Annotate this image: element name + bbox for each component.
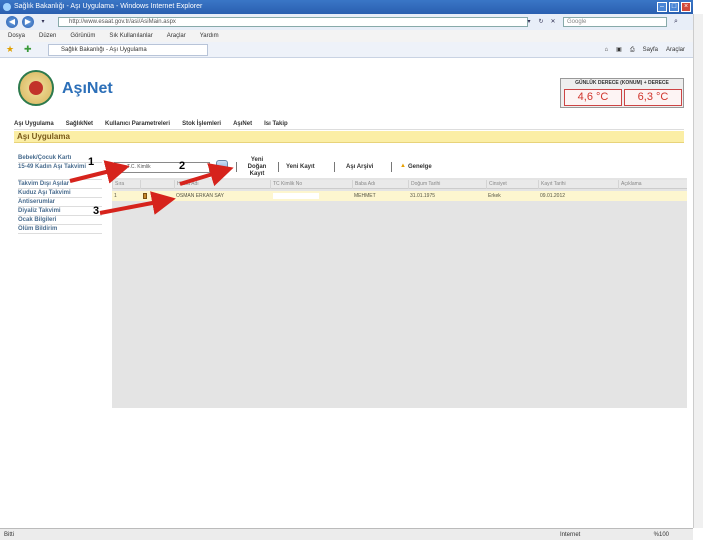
zoom-level[interactable]: %100	[654, 529, 669, 540]
cell-patient-name[interactable]: OSMAN ERKAN SAY	[174, 191, 224, 201]
menu-view[interactable]: Görünüm	[70, 30, 95, 42]
sidebar-item-death[interactable]: Ölüm Bildirim	[18, 225, 102, 234]
address-field[interactable]: http://www.esaat.gov.tr/asi/AsiMain.aspx	[58, 17, 528, 27]
sidebar-item-antiserums[interactable]: Antiserumlar	[18, 198, 102, 207]
new-baby-line3: Kayıt	[249, 171, 265, 177]
stop-icon[interactable]: ✕	[548, 17, 558, 27]
feeds-icon[interactable]: ▣	[616, 44, 622, 56]
refresh-icon[interactable]: ↻	[536, 17, 546, 27]
col-header-father[interactable]: Baba Adı	[352, 180, 408, 189]
temperature-panel: GÜNLÜK DERECE (KONUM) + DERECE 4,6 °C 6,…	[560, 78, 684, 108]
app-menu-heat[interactable]: Isı Takip	[264, 118, 288, 129]
sidebar-item-rabies[interactable]: Kuduz Aşı Takvimi	[18, 189, 102, 198]
address-row: ◀ ▶ ▾ http://www.esaat.gov.tr/asi/AsiMai…	[0, 14, 693, 30]
status-bar: Bitti Internet %100	[0, 528, 693, 540]
cell-record-date: 09.01.2012	[540, 193, 566, 199]
menu-help[interactable]: Yardım	[200, 30, 219, 42]
temperature-reading-2: 6,3 °C	[624, 89, 682, 106]
temperature-title: GÜNLÜK DERECE (KONUM) + DERECE	[575, 80, 669, 86]
app-menu-user-params[interactable]: Kullanıcı Parametreleri	[105, 118, 170, 129]
section-title: Aşı Uygulama	[14, 131, 684, 143]
app-menu: Aşı Uygulama SağlıkNet Kullanıcı Paramet…	[14, 118, 684, 130]
back-button[interactable]: ◀	[6, 16, 18, 28]
page-scrollbar[interactable]	[693, 14, 703, 528]
col-header-record-date[interactable]: Kayıt Tarihi	[538, 180, 618, 189]
col-header-note[interactable]: Açıklama	[618, 180, 687, 189]
browser-menu-bar: Dosya Düzen Görünüm Sık Kullanılanlar Ar…	[0, 30, 693, 42]
toolbar-separator	[236, 162, 237, 172]
maximize-button[interactable]: □	[669, 2, 679, 12]
cell-father-name: MEHMET	[354, 193, 376, 199]
annotation-number-1: 1	[88, 156, 95, 168]
toolbar-separator	[334, 162, 335, 172]
annotation-number-2: 2	[179, 160, 186, 172]
app-menu-saglikNet[interactable]: SağlıkNet	[66, 118, 93, 129]
vaccine-archive-button[interactable]: Aşı Arşivi	[346, 164, 373, 171]
home-icon[interactable]: ⌂	[605, 44, 609, 56]
toolbar-separator	[278, 162, 279, 172]
window-title: Sağlık Bakanlığı - Aşı Uygulama - Window…	[14, 3, 203, 10]
browser-tab[interactable]: Sağlık Bakanlığı - Aşı Uygulama	[48, 44, 208, 56]
circular-icon: ▲	[400, 163, 406, 169]
app-logo-text: AşıNet	[62, 80, 113, 97]
col-header-name[interactable]: Hasta Adı	[174, 180, 270, 189]
menu-file[interactable]: Dosya	[8, 30, 25, 42]
col-header-gender[interactable]: Cinsiyet	[486, 180, 538, 189]
app-menu-vaccine[interactable]: Aşı Uygulama	[14, 118, 54, 129]
tools-menu[interactable]: Araçlar	[666, 44, 685, 56]
address-dropdown-icon[interactable]: ▾	[524, 17, 534, 27]
tc-search-input[interactable]: T.C. Kimlik	[114, 162, 210, 173]
content-toolbar: T.C. Kimlik Yeni Doğan Kayıt Yeni Kayıt …	[112, 156, 687, 178]
close-button[interactable]: ×	[681, 2, 691, 12]
cell-birth-date: 31.01.1975	[410, 193, 436, 199]
new-baby-line1: Yeni	[250, 157, 264, 163]
page-menu[interactable]: Sayfa	[643, 44, 658, 56]
sidebar-item-out-of-schedule[interactable]: Takvim Dışı Aşılar	[18, 180, 102, 189]
search-button-icon[interactable]	[216, 160, 228, 172]
toolbar-separator	[391, 162, 392, 172]
table-row[interactable]: 1 OSMAN ERKAN SAY MEHMET 31.01.1975 Erke…	[112, 191, 687, 201]
forward-button[interactable]: ▶	[22, 16, 34, 28]
main-content: T.C. Kimlik Yeni Doğan Kayıt Yeni Kayıt …	[112, 156, 687, 408]
ie-icon	[3, 3, 11, 11]
annotation-number-3: 3	[93, 205, 100, 217]
menu-favorites[interactable]: Sık Kullanılanlar	[109, 30, 152, 42]
col-header-icon	[140, 180, 174, 189]
nav-dropdown-icon[interactable]: ▾	[38, 17, 48, 27]
col-header-tc[interactable]: TC Kimlik No	[270, 180, 352, 189]
col-header-birth[interactable]: Doğum Tarihi	[408, 180, 486, 189]
security-zone: Internet	[560, 532, 581, 538]
minimize-button[interactable]: –	[657, 2, 667, 12]
col-header-sira[interactable]: Sıra	[112, 180, 140, 189]
app-menu-asinet[interactable]: AşıNet	[233, 118, 252, 129]
menu-tools[interactable]: Araçlar	[167, 30, 186, 42]
circular-button[interactable]: Genelge	[408, 164, 432, 171]
status-text: Bitti	[4, 532, 15, 538]
web-app: AşıNet GÜNLÜK DERECE (KONUM) + DERECE 4,…	[0, 58, 693, 528]
window-title-bar: Sağlık Bakanlığı - Aşı Uygulama - Window…	[0, 0, 693, 14]
new-baby-line2: Doğan	[247, 164, 267, 170]
cell-tc-masked	[273, 193, 319, 199]
browser-window: Sağlık Bakanlığı - Aşı Uygulama - Window…	[0, 0, 693, 540]
print-icon[interactable]: ⎙	[630, 44, 635, 56]
new-baby-record-button[interactable]: Yeni Doğan Kayıt	[242, 157, 272, 178]
cell-gender: Erkek	[488, 193, 501, 199]
new-record-button[interactable]: Yeni Kayıt	[286, 164, 315, 171]
vaccine-vial-icon[interactable]	[143, 193, 147, 199]
favorites-bar: ★ ✚ Sağlık Bakanlığı - Aşı Uygulama ⌂ ▣ …	[0, 42, 693, 58]
grid-header: Sıra Hasta Adı TC Kimlik No Baba Adı Doğ…	[112, 180, 687, 189]
tab-label: Sağlık Bakanlığı - Aşı Uygulama	[61, 47, 147, 53]
search-input[interactable]: Google	[563, 17, 667, 27]
favorites-star-icon[interactable]: ★	[6, 44, 14, 55]
menu-edit[interactable]: Düzen	[39, 30, 56, 42]
app-menu-stock[interactable]: Stok İşlemleri	[182, 118, 221, 129]
sidebar-item-ocak[interactable]: Ocak Bilgileri	[18, 216, 102, 225]
temperature-reading-1: 4,6 °C	[564, 89, 622, 106]
sidebar-item-dialysis[interactable]: Diyaliz Takvimi	[18, 207, 102, 216]
cell-sira: 1	[114, 193, 117, 199]
add-favorite-icon[interactable]: ✚	[24, 44, 32, 55]
search-go-icon[interactable]: ⌕	[670, 17, 682, 27]
ministry-logo	[18, 70, 54, 106]
